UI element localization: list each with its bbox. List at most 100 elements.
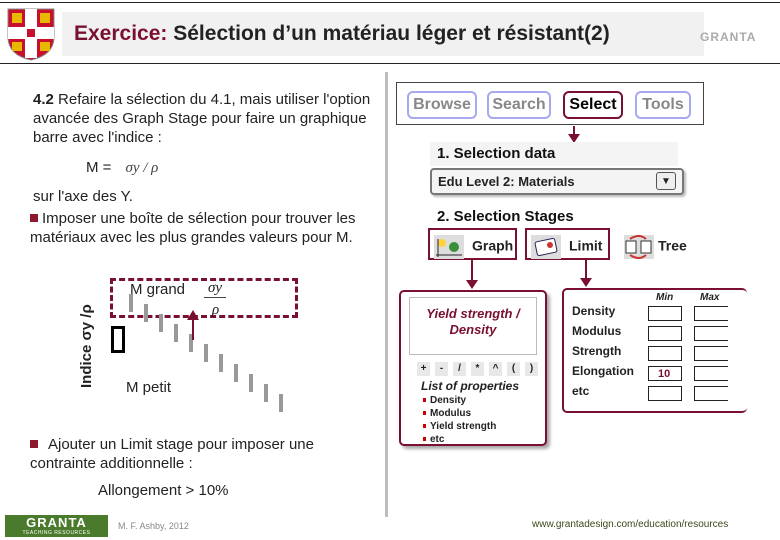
header-rule-bottom — [0, 63, 780, 64]
stage-limit-button[interactable]: Limit — [525, 228, 610, 260]
m-petit-label: M petit — [126, 379, 172, 396]
limit-row-label: etc — [572, 384, 590, 398]
stage-tree-button[interactable]: Tree — [618, 228, 690, 260]
operator-button[interactable]: + — [417, 362, 430, 376]
intro-text: Refaire la sélection du 4.1, mais utilis… — [33, 91, 371, 146]
bullet-limit-stage: Ajouter un Limit stage pour imposer une … — [30, 435, 370, 473]
y-axis-label: Indice σy /ρ — [78, 304, 95, 388]
limit-min-input[interactable] — [648, 326, 682, 341]
limit-stage-panel: Min Max Density Modulus Strength Elongation… — [562, 288, 747, 413]
limit-min-input[interactable] — [648, 346, 682, 361]
stage-graph-label: Graph — [472, 237, 514, 254]
limit-max-input[interactable] — [694, 386, 728, 401]
stage-tree-label: Tree — [658, 237, 687, 254]
title-prefix: Exercice: — [74, 22, 168, 45]
limit-min-input[interactable]: 10 — [648, 366, 682, 381]
vertical-divider — [385, 72, 388, 517]
cambridge-crest-icon — [6, 7, 56, 61]
limit-row-label: Modulus — [572, 324, 622, 338]
bullet-icon — [30, 214, 38, 222]
limit-max-input[interactable] — [694, 346, 728, 361]
expression-field[interactable]: Yield strength / Density — [409, 297, 537, 355]
tab-tools[interactable]: Tools — [635, 91, 691, 119]
property-item[interactable]: Modulus — [423, 408, 471, 420]
limit-row-label: Strength — [572, 344, 622, 358]
author-credit: M. F. Ashby, 2012 — [118, 521, 189, 531]
stage-graph-button[interactable]: Graph — [428, 228, 517, 260]
max-header: Max — [700, 292, 720, 303]
formula-lhs: M = — [86, 159, 112, 176]
bar-tick — [159, 314, 163, 332]
up-arrow-shaft — [192, 318, 194, 340]
axis-text: sur l'axe des Y. — [33, 188, 133, 205]
limit-max-input[interactable] — [694, 326, 728, 341]
property-item[interactable]: Density — [423, 395, 466, 407]
limit-min-input[interactable] — [648, 386, 682, 401]
graph-icon — [434, 235, 464, 259]
operator-button[interactable]: / — [453, 362, 466, 376]
operator-button[interactable]: * — [471, 362, 484, 376]
up-arrow-icon — [187, 310, 199, 320]
footer-logo-text: GRANTA — [26, 515, 87, 530]
limit-max-input[interactable] — [694, 306, 728, 321]
graph-stage-panel: Yield strength / Density + - / * ^ () List of… — [399, 290, 547, 446]
app-toolbar: Browse Search Select Tools — [396, 82, 704, 125]
selection-data-dropdown[interactable]: Edu Level 2: Materials ▼ — [430, 168, 684, 195]
fraction-numerator: σy — [204, 280, 227, 298]
tab-search[interactable]: Search — [487, 91, 551, 119]
down-arrow-icon — [466, 280, 478, 289]
bar-tick — [279, 394, 283, 412]
constraint-text: Allongement > 10% — [98, 482, 229, 499]
down-arrow-icon — [580, 278, 592, 287]
bar-tick — [234, 364, 238, 382]
operator-button[interactable]: ) — [525, 362, 538, 376]
bar-tick — [144, 304, 148, 322]
min-header: Min — [656, 292, 674, 303]
graph-arrow-shaft — [471, 260, 473, 282]
bullet-icon — [30, 440, 38, 448]
selection-tool-icon — [111, 326, 125, 353]
operator-button[interactable]: ( — [507, 362, 520, 376]
footer-logo-sub: TEACHING RESOURCES — [22, 530, 91, 536]
property-item[interactable]: Yield strength — [423, 421, 496, 433]
bullet-text: Imposer une boîte de sélection pour trou… — [30, 210, 356, 246]
limit-row-label: Elongation — [572, 364, 634, 378]
properties-title: List of properties — [421, 379, 520, 393]
limit-row-label: Density — [572, 304, 616, 318]
granta-footer-logo: GRANTA TEACHING RESOURCES — [5, 515, 108, 537]
footer-url[interactable]: www.grantadesign.com/education/resources — [532, 519, 728, 530]
bullet-text: Ajouter un Limit stage pour imposer une … — [30, 436, 314, 472]
bar-tick — [129, 294, 133, 312]
granta-logo: GRANTA — [700, 30, 757, 44]
chevron-down-icon[interactable]: ▼ — [656, 172, 676, 190]
dropdown-value: Edu Level 2: Materials — [438, 174, 575, 189]
bar-tick — [174, 324, 178, 342]
fraction-denominator: ρ — [212, 302, 220, 318]
intro-paragraph: 4.2 Refaire la sélection du 4.1, mais ut… — [33, 90, 378, 147]
bar-tick — [249, 374, 253, 392]
bar-tick — [204, 344, 208, 362]
intro-number: 4.2 — [33, 91, 54, 108]
limit-icon — [531, 235, 561, 259]
limit-max-input[interactable] — [694, 366, 728, 381]
bar-tick — [264, 384, 268, 402]
operator-button[interactable]: ^ — [489, 362, 502, 376]
selection-stages-title: 2. Selection Stages — [437, 208, 574, 225]
tab-select[interactable]: Select — [563, 91, 623, 119]
operator-button[interactable]: - — [435, 362, 448, 376]
page-title: Exercice: Sélection d’un matériau léger … — [74, 22, 610, 46]
header-rule-top — [0, 2, 780, 3]
tree-icon — [624, 235, 654, 259]
m-grand-label: M grand — [130, 281, 186, 298]
tab-browse[interactable]: Browse — [407, 91, 477, 119]
title-text: Sélection d’un matériau léger et résista… — [167, 22, 610, 45]
stage-limit-label: Limit — [569, 237, 603, 254]
limit-min-input[interactable] — [648, 306, 682, 321]
formula: M = σy / ρ — [86, 158, 158, 178]
limit-arrow-shaft — [585, 260, 587, 280]
formula-rhs: σy / ρ — [125, 160, 159, 176]
bar-tick — [219, 354, 223, 372]
bullet-selection-box: Imposer une boîte de sélection pour trou… — [30, 209, 380, 247]
property-item[interactable]: etc — [423, 434, 444, 446]
selection-data-title: 1. Selection data — [437, 145, 556, 162]
